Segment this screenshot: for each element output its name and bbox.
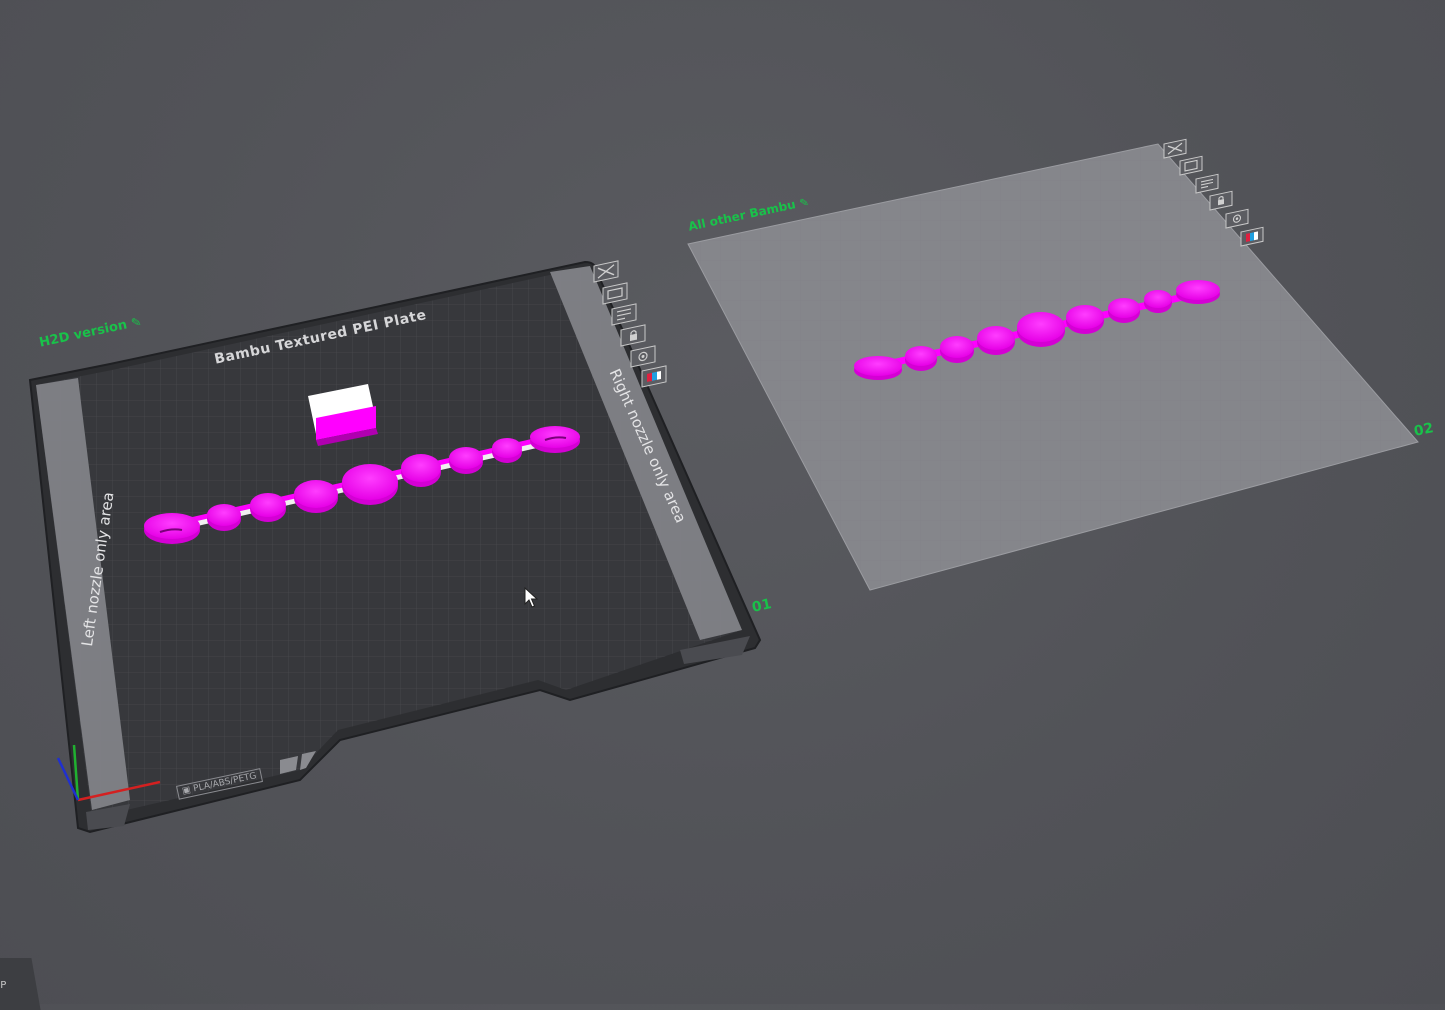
filament-icon[interactable]: [1240, 226, 1264, 247]
plate-01[interactable]: [28, 260, 762, 834]
orient-icon[interactable]: [1195, 173, 1219, 194]
settings-icon[interactable]: [630, 345, 656, 368]
orient-icon[interactable]: [611, 303, 637, 326]
close-icon[interactable]: [1163, 138, 1187, 159]
arrange-icon[interactable]: [602, 282, 628, 305]
filament-tag-icon: ▣: [181, 785, 192, 797]
lock-icon[interactable]: [1209, 190, 1233, 211]
settings-icon[interactable]: [1225, 208, 1249, 229]
lock-icon[interactable]: [620, 324, 646, 347]
close-icon[interactable]: [593, 260, 619, 283]
3d-viewport[interactable]: [0, 0, 1445, 1004]
filament-icon[interactable]: [641, 365, 667, 388]
arrange-icon[interactable]: [1179, 155, 1203, 176]
